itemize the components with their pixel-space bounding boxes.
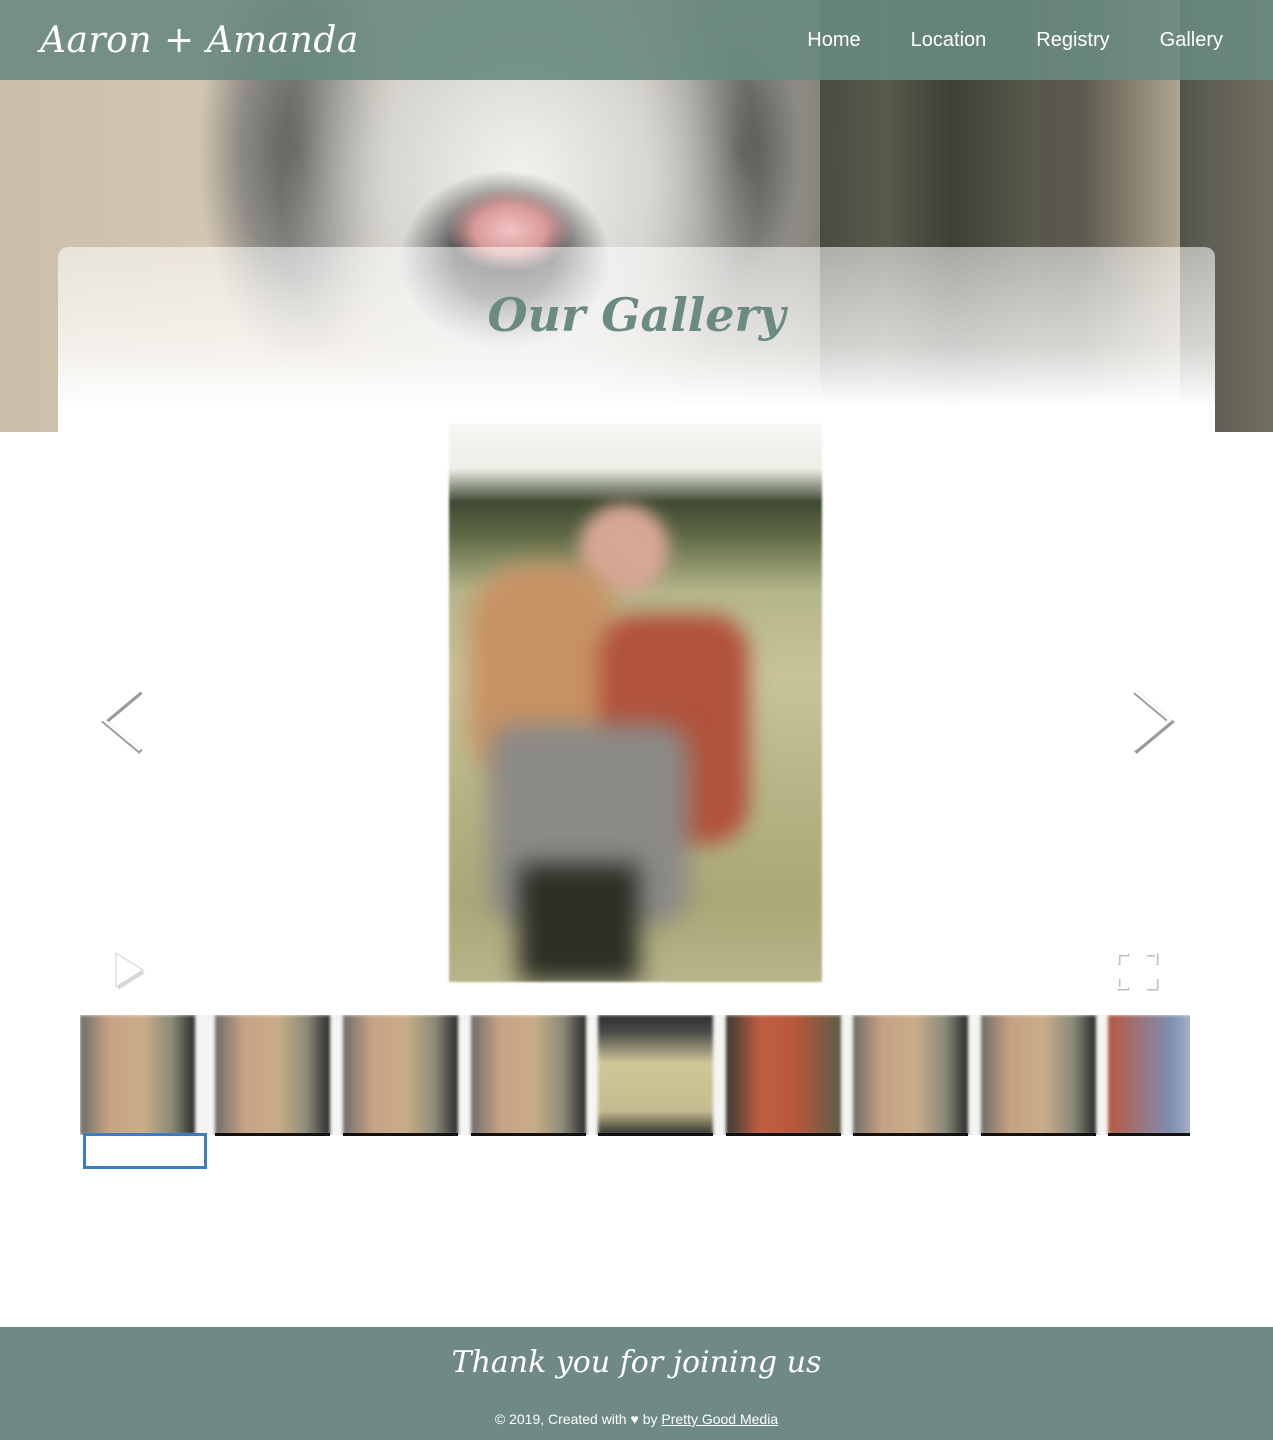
nav-links: Home Location Registry Gallery [757,29,1223,52]
fullscreen-button[interactable] [1112,948,1162,994]
thumbnail-underline [726,1133,841,1136]
photo-detail [519,864,639,982]
title-panel [58,247,1215,447]
gallery-next-button[interactable] [1122,680,1182,760]
thumbnail-2[interactable] [215,1015,330,1135]
footer-credit-text: © 2019, Created with ♥ by [494,1411,658,1427]
nav-link-location[interactable]: Location [911,29,987,52]
page-title: Our Gallery [487,288,786,342]
thumbnail-3[interactable] [343,1015,458,1135]
footer-credit-link[interactable]: Pretty Good Media [661,1411,778,1427]
chevron-right-icon [1133,688,1175,754]
thumbnail-underline [471,1133,586,1136]
footer-credits: © 2019, Created with ♥ by Pretty Good Me… [0,1411,1273,1427]
nav-link-gallery[interactable]: Gallery [1160,29,1223,52]
thumbnail-5[interactable] [598,1015,713,1135]
thumbnail-1[interactable] [80,1015,195,1135]
nav-link-registry[interactable]: Registry [1036,29,1109,52]
thumbnail-selected-indicator [83,1133,207,1169]
play-icon [115,952,145,990]
gallery-prev-button[interactable] [92,680,152,760]
footer-tagline: Thank you for joining us [451,1345,822,1380]
thumbnail-9[interactable] [1108,1015,1190,1135]
top-navbar: Aaron + Amanda Home Location Registry Ga… [0,0,1273,80]
nav-link-home[interactable]: Home [807,29,860,52]
thumbnail-underline [1108,1133,1190,1136]
slideshow-play-button[interactable] [110,948,150,994]
thumbnail-underline [343,1133,458,1136]
thumbnail-6[interactable] [726,1015,841,1135]
thumbnail-strip [80,1015,1190,1135]
fullscreen-icon [1117,953,1159,991]
thumbnail-8[interactable] [981,1015,1096,1135]
gallery-main-photo[interactable] [449,424,822,982]
site-brand[interactable]: Aaron + Amanda [40,20,359,61]
thumbnail-underline [981,1133,1096,1136]
thumbnail-4[interactable] [471,1015,586,1135]
chevron-left-icon [101,688,143,754]
footer: Thank you for joining us © 2019, Created… [0,1327,1273,1440]
thumbnail-7[interactable] [853,1015,968,1135]
thumbnail-underline [598,1133,713,1136]
thumbnail-underline [215,1133,330,1136]
thumbnail-underline [853,1133,968,1136]
